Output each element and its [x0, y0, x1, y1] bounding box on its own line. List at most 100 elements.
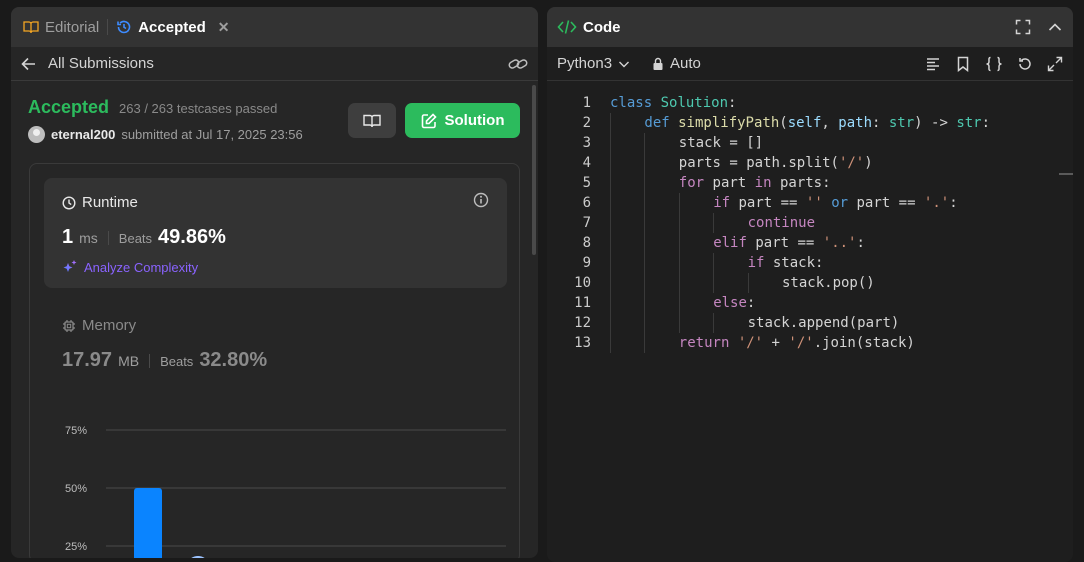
code-text: else:	[713, 293, 755, 313]
panel-scrollbar[interactable]	[532, 85, 536, 255]
solution-button[interactable]: Solution	[405, 103, 520, 138]
indent-guide	[644, 233, 646, 253]
avatar[interactable]	[28, 126, 45, 143]
indent-guide	[678, 293, 680, 313]
code-token: str	[956, 115, 982, 131]
braces-icon[interactable]	[985, 56, 1003, 72]
memory-tab[interactable]: Memory	[62, 317, 136, 334]
code-panel: Code Python3 Auto 1 class Solution: 2 de…	[547, 7, 1073, 562]
line-number: 7	[582, 215, 591, 231]
code-token: '/'	[737, 335, 764, 351]
indent-guide	[644, 193, 646, 213]
collapse-icon[interactable]	[1047, 19, 1063, 35]
indent-guide	[713, 273, 715, 293]
username[interactable]: eternal200	[51, 127, 115, 142]
tab-editorial-label: Editorial	[45, 18, 100, 36]
code-toolbar: Python3 Auto	[547, 47, 1073, 81]
code-token: :	[949, 195, 958, 211]
indent-guide	[644, 273, 646, 293]
editorial-button[interactable]	[348, 103, 396, 138]
code-token: part ==	[730, 195, 806, 211]
indent-guide	[678, 233, 680, 253]
code-line[interactable]: 13 return '/' + '/'.join(stack)	[547, 333, 1073, 353]
bookmark-icon[interactable]	[955, 56, 971, 72]
code-token: :	[746, 295, 756, 311]
close-tab-icon[interactable]: ✕	[218, 19, 230, 36]
code-line[interactable]: 6 if part == '' or part == '.':	[547, 193, 1073, 213]
code-text: stack = []	[679, 133, 763, 153]
code-line[interactable]: 1 class Solution:	[547, 93, 1073, 113]
code-token: :	[728, 95, 737, 111]
indent-guide	[644, 213, 646, 233]
chart-tick-label: 50%	[65, 483, 87, 495]
line-number: 5	[582, 175, 591, 191]
code-line[interactable]: 4 parts = path.split('/')	[547, 153, 1073, 173]
divider	[107, 230, 109, 245]
line-number: 13	[574, 335, 591, 351]
code-line[interactable]: 7 continue	[547, 213, 1073, 233]
code-editor[interactable]: 1 class Solution: 2 def simplifyPath(self, …	[547, 91, 1073, 562]
code-line[interactable]: 3 stack = []	[547, 133, 1073, 153]
code-line[interactable]: 9 if stack:	[547, 253, 1073, 273]
code-title: Code	[583, 18, 621, 36]
code-token: self	[787, 115, 822, 131]
tab-editorial[interactable]: Editorial	[23, 7, 99, 47]
code-token: in	[754, 175, 772, 191]
tab-accepted[interactable]: Accepted ✕	[116, 7, 229, 47]
indent-guide	[644, 253, 646, 273]
code-line[interactable]: 12 stack.append(part)	[547, 313, 1073, 333]
indent-guide	[610, 253, 611, 273]
memory-unit: MB	[118, 353, 140, 369]
runtime-card[interactable]: Runtime 1 ms Beats 49.86% Analyze Comple…	[44, 178, 507, 288]
open-book-icon	[363, 114, 381, 128]
divider	[149, 353, 151, 368]
code-line[interactable]: 8 elif part == '..':	[547, 233, 1073, 253]
indent-guide	[713, 213, 715, 233]
code-line[interactable]: 5 for part in parts:	[547, 173, 1073, 193]
indent-guide	[713, 313, 715, 333]
line-number: 11	[574, 295, 591, 311]
your-submission-marker[interactable]	[187, 556, 209, 558]
submitted-time: submitted at Jul 17, 2025 23:56	[121, 127, 303, 142]
code-line[interactable]: 11 else:	[547, 293, 1073, 313]
analyze-complexity-link[interactable]: Analyze Complexity	[62, 259, 198, 275]
all-submissions-link[interactable]: All Submissions	[21, 55, 154, 72]
code-line[interactable]: 10 stack.pop()	[547, 273, 1073, 293]
indent-guide	[747, 273, 749, 293]
code-token: class	[610, 95, 653, 111]
auto-mode[interactable]: Auto	[652, 55, 701, 72]
code-line[interactable]: 2 def simplifyPath(self, path: str) -> st…	[547, 113, 1073, 133]
info-icon[interactable]	[473, 192, 489, 208]
code-token: '.'	[923, 195, 950, 211]
code-text: elif part == '..':	[713, 233, 865, 253]
indent-guide	[610, 113, 611, 133]
fullscreen-icon[interactable]	[1015, 19, 1031, 35]
chart-bar[interactable]	[134, 488, 162, 558]
auto-label: Auto	[670, 55, 701, 72]
code-token: elif	[713, 235, 747, 251]
line-number: 3	[582, 135, 591, 151]
clock-icon	[62, 195, 76, 210]
line-number: 6	[582, 195, 591, 211]
reset-icon[interactable]	[1017, 56, 1033, 72]
code-token: part	[704, 175, 755, 191]
share-link-icon[interactable]	[508, 57, 528, 71]
code-token: '/'	[838, 155, 865, 171]
runtime-label: Runtime	[82, 194, 138, 211]
expand-icon[interactable]	[1047, 56, 1063, 72]
line-number: 10	[574, 275, 591, 291]
line-number: 1	[582, 95, 591, 111]
tab-accepted-label: Accepted	[138, 18, 206, 36]
line-number: 2	[582, 115, 591, 131]
chart-tick-label: 25%	[65, 541, 87, 553]
language-select[interactable]: Python3	[557, 55, 630, 72]
code-token: stack.pop()	[782, 275, 875, 291]
format-icon[interactable]	[925, 56, 941, 72]
line-number: 9	[582, 255, 591, 271]
code-token: ,	[821, 115, 839, 131]
history-icon	[116, 19, 132, 35]
code-token: stack.append(part)	[747, 315, 900, 331]
code-text: def simplifyPath(self, path: str) -> str…	[644, 113, 990, 133]
